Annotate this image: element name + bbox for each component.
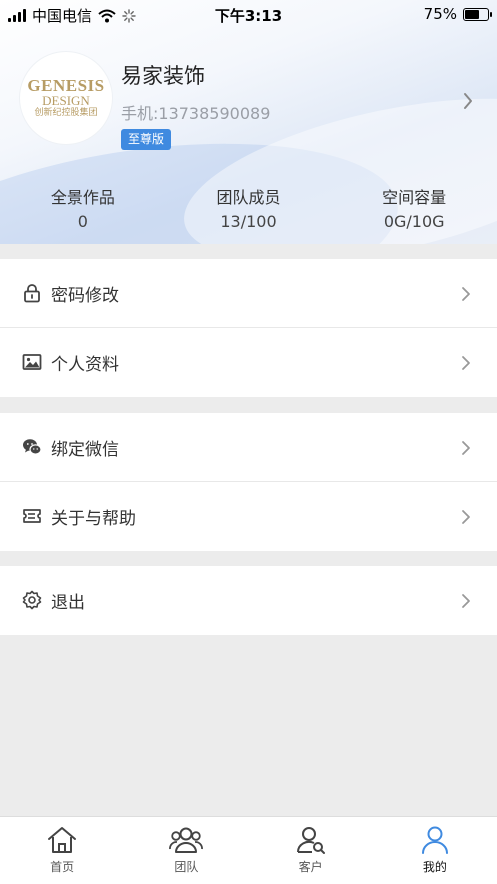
tab-team[interactable]: 团队 [124,817,248,884]
stats-row: 全景作品 0 团队成员 13/100 空间容量 0G/10G [0,184,497,231]
logo-text-line: 创新纪控股集团 [34,107,98,118]
tab-label: 团队 [174,860,199,874]
menu-item-label: 绑定微信 [51,439,119,460]
menu-item-label: 个人资料 [51,355,119,375]
chevron-right-icon[interactable] [463,92,473,110]
menu-item-label: 关于与帮助 [51,509,136,529]
lock-icon [24,284,40,303]
menu-group-social: 绑定微信 关于与帮助 [0,413,497,551]
bottom-tab-bar: 首页 团队 客户 我的 [0,816,497,884]
tab-label: 首页 [50,860,75,874]
company-logo[interactable]: GENESIS DESIGN 创新纪控股集团 [20,52,112,144]
battery-icon [463,7,492,21]
menu-item-profile[interactable]: 个人资料 [0,328,497,397]
menu-item-wechat[interactable]: 绑定微信 [0,413,497,482]
menu-item-logout[interactable]: 退出 [0,566,497,635]
stat-label: 团队成员 [216,188,281,207]
stat-label: 全景作品 [50,188,115,207]
chevron-right-icon [462,356,470,370]
logo-text-line: DESIGN [42,92,90,108]
tab-label: 客户 [298,860,323,874]
stat-storage[interactable]: 空间容量 0G/10G [331,184,497,231]
user-icon [421,826,448,854]
menu-group-account: 密码修改 个人资料 [0,259,497,397]
profile-header: 中国电信 下午3:13 75% GENESIS DESIGN 创新纪控股集团 易… [0,0,497,244]
tab-mine[interactable]: 我的 [373,817,497,884]
clock: 下午3:13 [214,7,283,25]
status-bar: 中国电信 下午3:13 75% [0,0,497,28]
menu-item-label: 密码修改 [51,285,119,306]
menu-item-about[interactable]: 关于与帮助 [0,482,497,551]
chevron-right-icon [462,441,470,455]
stat-panoramas[interactable]: 全景作品 0 [0,184,166,231]
chevron-right-icon [462,510,470,524]
customer-icon [296,827,325,854]
chevron-right-icon [462,594,470,608]
tab-customer[interactable]: 客户 [249,817,373,884]
menu-group-session: 退出 [0,566,497,635]
phone-number: 手机:13738590089 [121,104,271,123]
stat-label: 空间容量 [382,188,447,207]
stat-value: 0 [77,212,88,231]
stat-value: 0G/10G [383,212,445,231]
gear-icon [22,590,42,610]
tier-badge: 至尊版 [121,129,172,150]
menu-item-label: 退出 [51,593,85,613]
chevron-right-icon [462,287,470,301]
tab-label: 我的 [422,860,447,874]
battery-percent: 75% [423,5,457,23]
team-icon [169,827,204,853]
stat-value: 13/100 [220,212,277,231]
tab-home[interactable]: 首页 [0,817,124,884]
logo-text-line: GENESIS [27,75,105,95]
stat-team-members[interactable]: 团队成员 13/100 [166,184,332,231]
wechat-icon [23,439,42,455]
ticket-icon [23,509,41,523]
company-name: 易家装饰 [121,64,205,88]
image-icon [22,354,42,370]
home-icon [48,827,77,853]
menu-item-password[interactable]: 密码修改 [0,259,497,328]
